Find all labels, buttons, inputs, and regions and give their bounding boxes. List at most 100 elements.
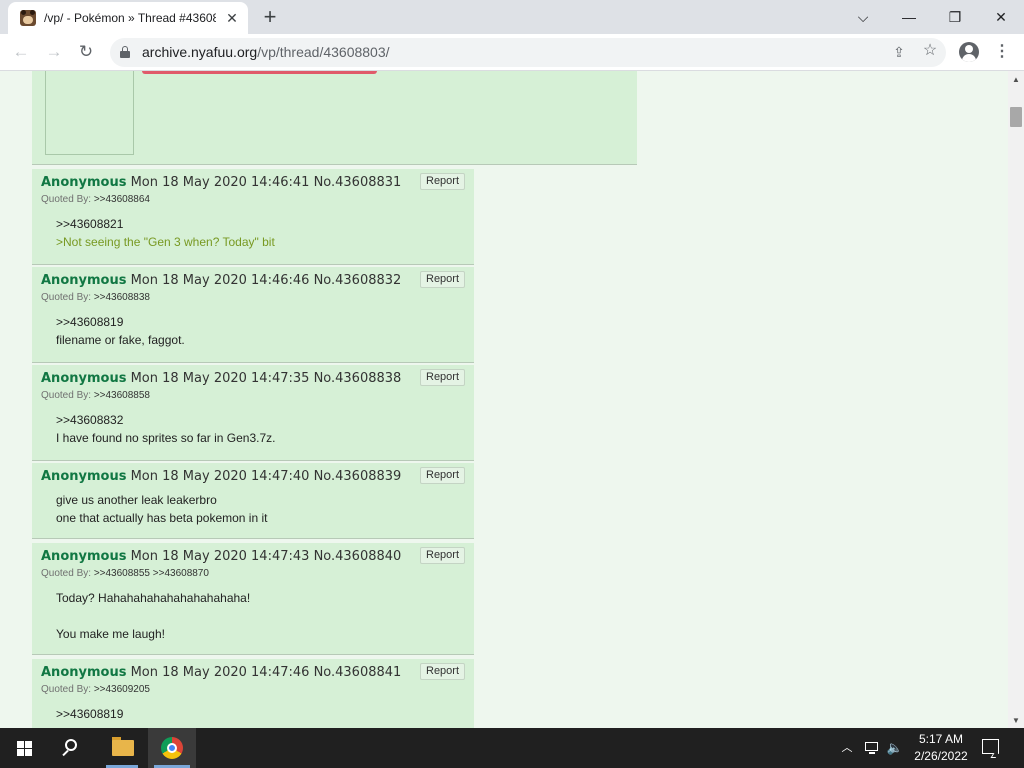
post-body: give us another leak leakerbro one that …	[56, 491, 267, 527]
post-header: Anonymous Mon 18 May 2020 14:46:41 No.43…	[41, 175, 401, 190]
scroll-up-icon[interactable]: ▲	[1012, 75, 1020, 84]
share-icon[interactable]: ⇪	[890, 43, 908, 61]
quoted-by-link[interactable]: >>43609205	[94, 684, 150, 695]
post-text-line: Today? Hahahahahahahahahahaha!	[56, 591, 251, 605]
browser-menu-icon[interactable]: ⋮	[992, 40, 1012, 64]
post-header: Anonymous Mon 18 May 2020 14:47:46 No.43…	[41, 665, 401, 680]
tray-chevron-up-icon[interactable]: ︿	[838, 728, 856, 768]
report-button[interactable]: Report	[420, 663, 466, 680]
post-header: Anonymous Mon 18 May 2020 14:47:43 No.43…	[41, 549, 401, 564]
report-button[interactable]: Report	[420, 369, 466, 386]
post-header: Anonymous Mon 18 May 2020 14:46:46 No.43…	[41, 273, 401, 288]
poster-name: Anonymous	[41, 665, 127, 680]
tab-search-button[interactable]: ⌵	[840, 4, 886, 30]
clock-time: 5:17 AM	[918, 732, 964, 746]
volume-icon[interactable]: 🔈	[885, 728, 905, 768]
reply-post: Anonymous Mon 18 May 2020 14:47:35 No.43…	[32, 365, 474, 461]
url-host: archive.nyafuu.org	[142, 44, 258, 60]
new-tab-button[interactable]: +	[258, 6, 282, 30]
file-explorer-icon[interactable]	[100, 728, 144, 768]
reload-button[interactable]: ↻	[74, 40, 98, 64]
op-post	[32, 71, 637, 165]
page-viewport: Anonymous Mon 18 May 2020 14:46:41 No.43…	[0, 71, 1008, 728]
quoted-by-link[interactable]: >>43608838	[94, 292, 150, 303]
profile-avatar-icon[interactable]	[959, 42, 979, 62]
page-scrollbar[interactable]: ▲ ▼	[1008, 71, 1024, 728]
op-image-thumbnail[interactable]	[45, 71, 134, 155]
post-number-link[interactable]: No.43608839	[314, 469, 402, 484]
quoted-by: Quoted By: >>43608855 >>43608870	[41, 568, 209, 579]
quote-link[interactable]: >>43608832	[56, 411, 275, 429]
taskbar-clock[interactable]: 5:17 AM 2/26/2022	[910, 731, 972, 765]
notification-center-icon[interactable]	[982, 739, 999, 758]
url-path: /vp/thread/43608803/	[257, 44, 390, 60]
quoted-by: Quoted By: >>43609205	[41, 684, 150, 695]
post-date: Mon 18 May 2020 14:47:46	[130, 665, 310, 680]
browser-toolbar: ← → ↻ archive.nyafuu.org/vp/thread/43608…	[0, 34, 1024, 71]
quoted-by: Quoted By: >>43608838	[41, 292, 150, 303]
post-number-link[interactable]: No.43608841	[314, 665, 402, 680]
restore-button[interactable]: ❐	[932, 4, 978, 30]
windows-taskbar: ︿ 🔈 5:17 AM 2/26/2022	[0, 728, 1024, 768]
tab-close-icon[interactable]: ✕	[224, 10, 240, 26]
minimize-button[interactable]: —	[886, 4, 932, 30]
poster-name: Anonymous	[41, 371, 127, 386]
quote-link[interactable]: >>43608821	[56, 215, 275, 233]
post-date: Mon 18 May 2020 14:46:41	[130, 175, 310, 190]
reply-post: Anonymous Mon 18 May 2020 14:47:46 No.43…	[32, 659, 474, 728]
scroll-down-icon[interactable]: ▼	[1012, 716, 1020, 725]
poster-name: Anonymous	[41, 549, 127, 564]
network-icon[interactable]	[862, 728, 882, 768]
reply-post: Anonymous Mon 18 May 2020 14:47:40 No.43…	[32, 463, 474, 539]
quoted-by-label: Quoted By:	[41, 390, 92, 401]
report-button[interactable]: Report	[420, 173, 466, 190]
tab-strip: /vp/ - Pokémon » Thread #43608803 ✕ + ⌵ …	[0, 0, 1024, 34]
quoted-by: Quoted By: >>43608858	[41, 390, 150, 401]
start-windows-icon[interactable]	[4, 728, 44, 768]
post-header: Anonymous Mon 18 May 2020 14:47:35 No.43…	[41, 371, 401, 386]
post-body: >>43608819	[56, 705, 123, 723]
greentext-line: >Not seeing the "Gen 3 when? Today" bit	[56, 235, 275, 249]
scroll-thumb[interactable]	[1010, 107, 1022, 127]
post-header: Anonymous Mon 18 May 2020 14:47:40 No.43…	[41, 469, 401, 484]
reply-post: Anonymous Mon 18 May 2020 14:46:46 No.43…	[32, 267, 474, 363]
quoted-by-label: Quoted By:	[41, 684, 92, 695]
address-bar[interactable]: archive.nyafuu.org/vp/thread/43608803/ ⇪…	[110, 38, 946, 67]
post-body: >>43608832 I have found no sprites so fa…	[56, 411, 275, 447]
search-icon[interactable]	[52, 728, 92, 768]
quoted-by-link[interactable]: >>43608864	[94, 194, 150, 205]
quoted-by-link[interactable]: >>43608858	[94, 390, 150, 401]
reply-post: Anonymous Mon 18 May 2020 14:47:43 No.43…	[32, 543, 474, 655]
quoted-by-link[interactable]: >>43608855 >>43608870	[94, 568, 209, 579]
post-date: Mon 18 May 2020 14:47:35	[130, 371, 310, 386]
post-body: Today? Hahahahahahahahahahaha! You make …	[56, 589, 250, 643]
tab-active[interactable]: /vp/ - Pokémon » Thread #43608803 ✕	[8, 2, 248, 34]
report-button[interactable]: Report	[420, 547, 466, 564]
forward-button[interactable]: →	[42, 40, 66, 64]
lock-icon[interactable]	[120, 46, 130, 58]
url-text[interactable]: archive.nyafuu.org/vp/thread/43608803/	[142, 44, 390, 60]
chrome-icon[interactable]	[148, 728, 196, 768]
bookmark-star-icon[interactable]: ☆	[921, 42, 939, 60]
tab-title: /vp/ - Pokémon » Thread #43608803	[44, 11, 216, 25]
post-date: Mon 18 May 2020 14:47:43	[130, 549, 310, 564]
post-number-link[interactable]: No.43608838	[314, 371, 402, 386]
reply-post: Anonymous Mon 18 May 2020 14:46:41 No.43…	[32, 169, 474, 265]
close-window-button[interactable]: ✕	[978, 4, 1024, 30]
clock-date: 2/26/2022	[914, 749, 968, 763]
poster-name: Anonymous	[41, 469, 127, 484]
site-favicon-icon	[20, 10, 36, 26]
report-button[interactable]: Report	[420, 467, 466, 484]
back-button[interactable]: ←	[9, 40, 33, 64]
post-text-line: give us another leak leakerbro	[56, 493, 217, 507]
quote-link[interactable]: >>43608819	[56, 313, 185, 331]
post-text-line: one that actually has beta pokemon in it	[56, 511, 268, 525]
quote-link[interactable]: >>43608819	[56, 705, 123, 723]
post-number-link[interactable]: No.43608832	[314, 273, 402, 288]
post-text-line: I have found no sprites so far in Gen3.7…	[56, 431, 276, 445]
post-body: >>43608821 >Not seeing the "Gen 3 when? …	[56, 215, 275, 251]
post-number-link[interactable]: No.43608831	[314, 175, 402, 190]
post-number-link[interactable]: No.43608840	[314, 549, 402, 564]
quoted-by: Quoted By: >>43608864	[41, 194, 150, 205]
report-button[interactable]: Report	[420, 271, 466, 288]
